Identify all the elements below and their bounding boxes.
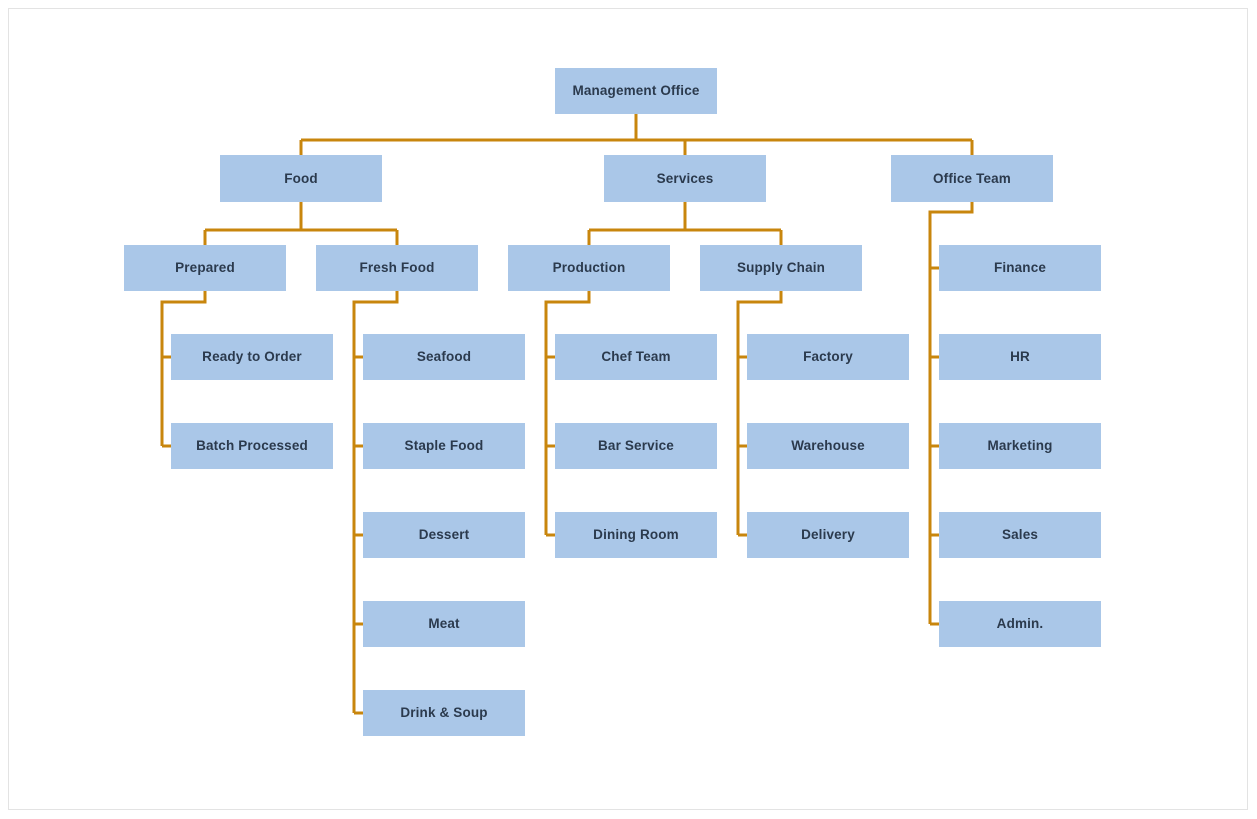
node-staple-food[interactable]: Staple Food (363, 423, 525, 469)
node-label: Sales (1001, 527, 1039, 543)
node-label: Drink & Soup (400, 705, 488, 721)
node-batch-processed[interactable]: Batch Processed (171, 423, 333, 469)
node-admin[interactable]: Admin. (939, 601, 1101, 647)
node-delivery[interactable]: Delivery (747, 512, 909, 558)
node-label: Seafood (416, 349, 472, 365)
node-chef-team[interactable]: Chef Team (555, 334, 717, 380)
node-label: Management Office (572, 83, 700, 99)
node-seafood[interactable]: Seafood (363, 334, 525, 380)
node-label: Factory (803, 349, 853, 365)
node-ready-to-order[interactable]: Ready to Order (171, 334, 333, 380)
node-production[interactable]: Production (508, 245, 670, 291)
node-label: Warehouse (791, 438, 865, 454)
node-label: Ready to Order (202, 349, 302, 365)
node-label: Marketing (987, 438, 1053, 454)
edge-supply-chain-spine (736, 291, 783, 535)
node-services[interactable]: Services (604, 155, 766, 202)
org-chart-canvas: Management Office Food Services Office T… (0, 0, 1257, 819)
node-warehouse[interactable]: Warehouse (747, 423, 909, 469)
node-label: Dessert (418, 527, 470, 543)
node-management-office[interactable]: Management Office (555, 68, 717, 114)
node-hr[interactable]: HR (939, 334, 1101, 380)
node-label: Supply Chain (736, 260, 826, 276)
node-label: Chef Team (601, 349, 671, 365)
node-label: Delivery (801, 527, 855, 543)
connector-layer (160, 114, 974, 715)
node-drink-soup[interactable]: Drink & Soup (363, 690, 525, 736)
node-fresh-food[interactable]: Fresh Food (316, 245, 478, 291)
node-prepared[interactable]: Prepared (124, 245, 286, 291)
edge-production-spine (544, 291, 591, 535)
node-label: Bar Service (598, 438, 674, 454)
node-label: Services (656, 170, 714, 186)
node-label: Admin. (996, 616, 1044, 632)
node-label: Food (284, 170, 318, 186)
node-sales[interactable]: Sales (939, 512, 1101, 558)
node-label: Production (552, 260, 626, 276)
node-label: Office Team (933, 170, 1011, 186)
node-marketing[interactable]: Marketing (939, 423, 1101, 469)
node-label: Batch Processed (196, 438, 308, 454)
node-dining-room[interactable]: Dining Room (555, 512, 717, 558)
node-meat[interactable]: Meat (363, 601, 525, 647)
node-finance[interactable]: Finance (939, 245, 1101, 291)
node-label: Prepared (175, 260, 235, 276)
node-label: Staple Food (404, 438, 484, 454)
node-label: Meat (428, 616, 460, 632)
node-label: HR (1010, 349, 1030, 365)
node-bar-service[interactable]: Bar Service (555, 423, 717, 469)
node-label: Dining Room (593, 527, 679, 543)
node-office-team[interactable]: Office Team (891, 155, 1053, 202)
node-label: Finance (993, 260, 1047, 276)
node-food[interactable]: Food (220, 155, 382, 202)
node-factory[interactable]: Factory (747, 334, 909, 380)
node-label: Fresh Food (359, 260, 435, 276)
node-dessert[interactable]: Dessert (363, 512, 525, 558)
node-supply-chain[interactable]: Supply Chain (700, 245, 862, 291)
